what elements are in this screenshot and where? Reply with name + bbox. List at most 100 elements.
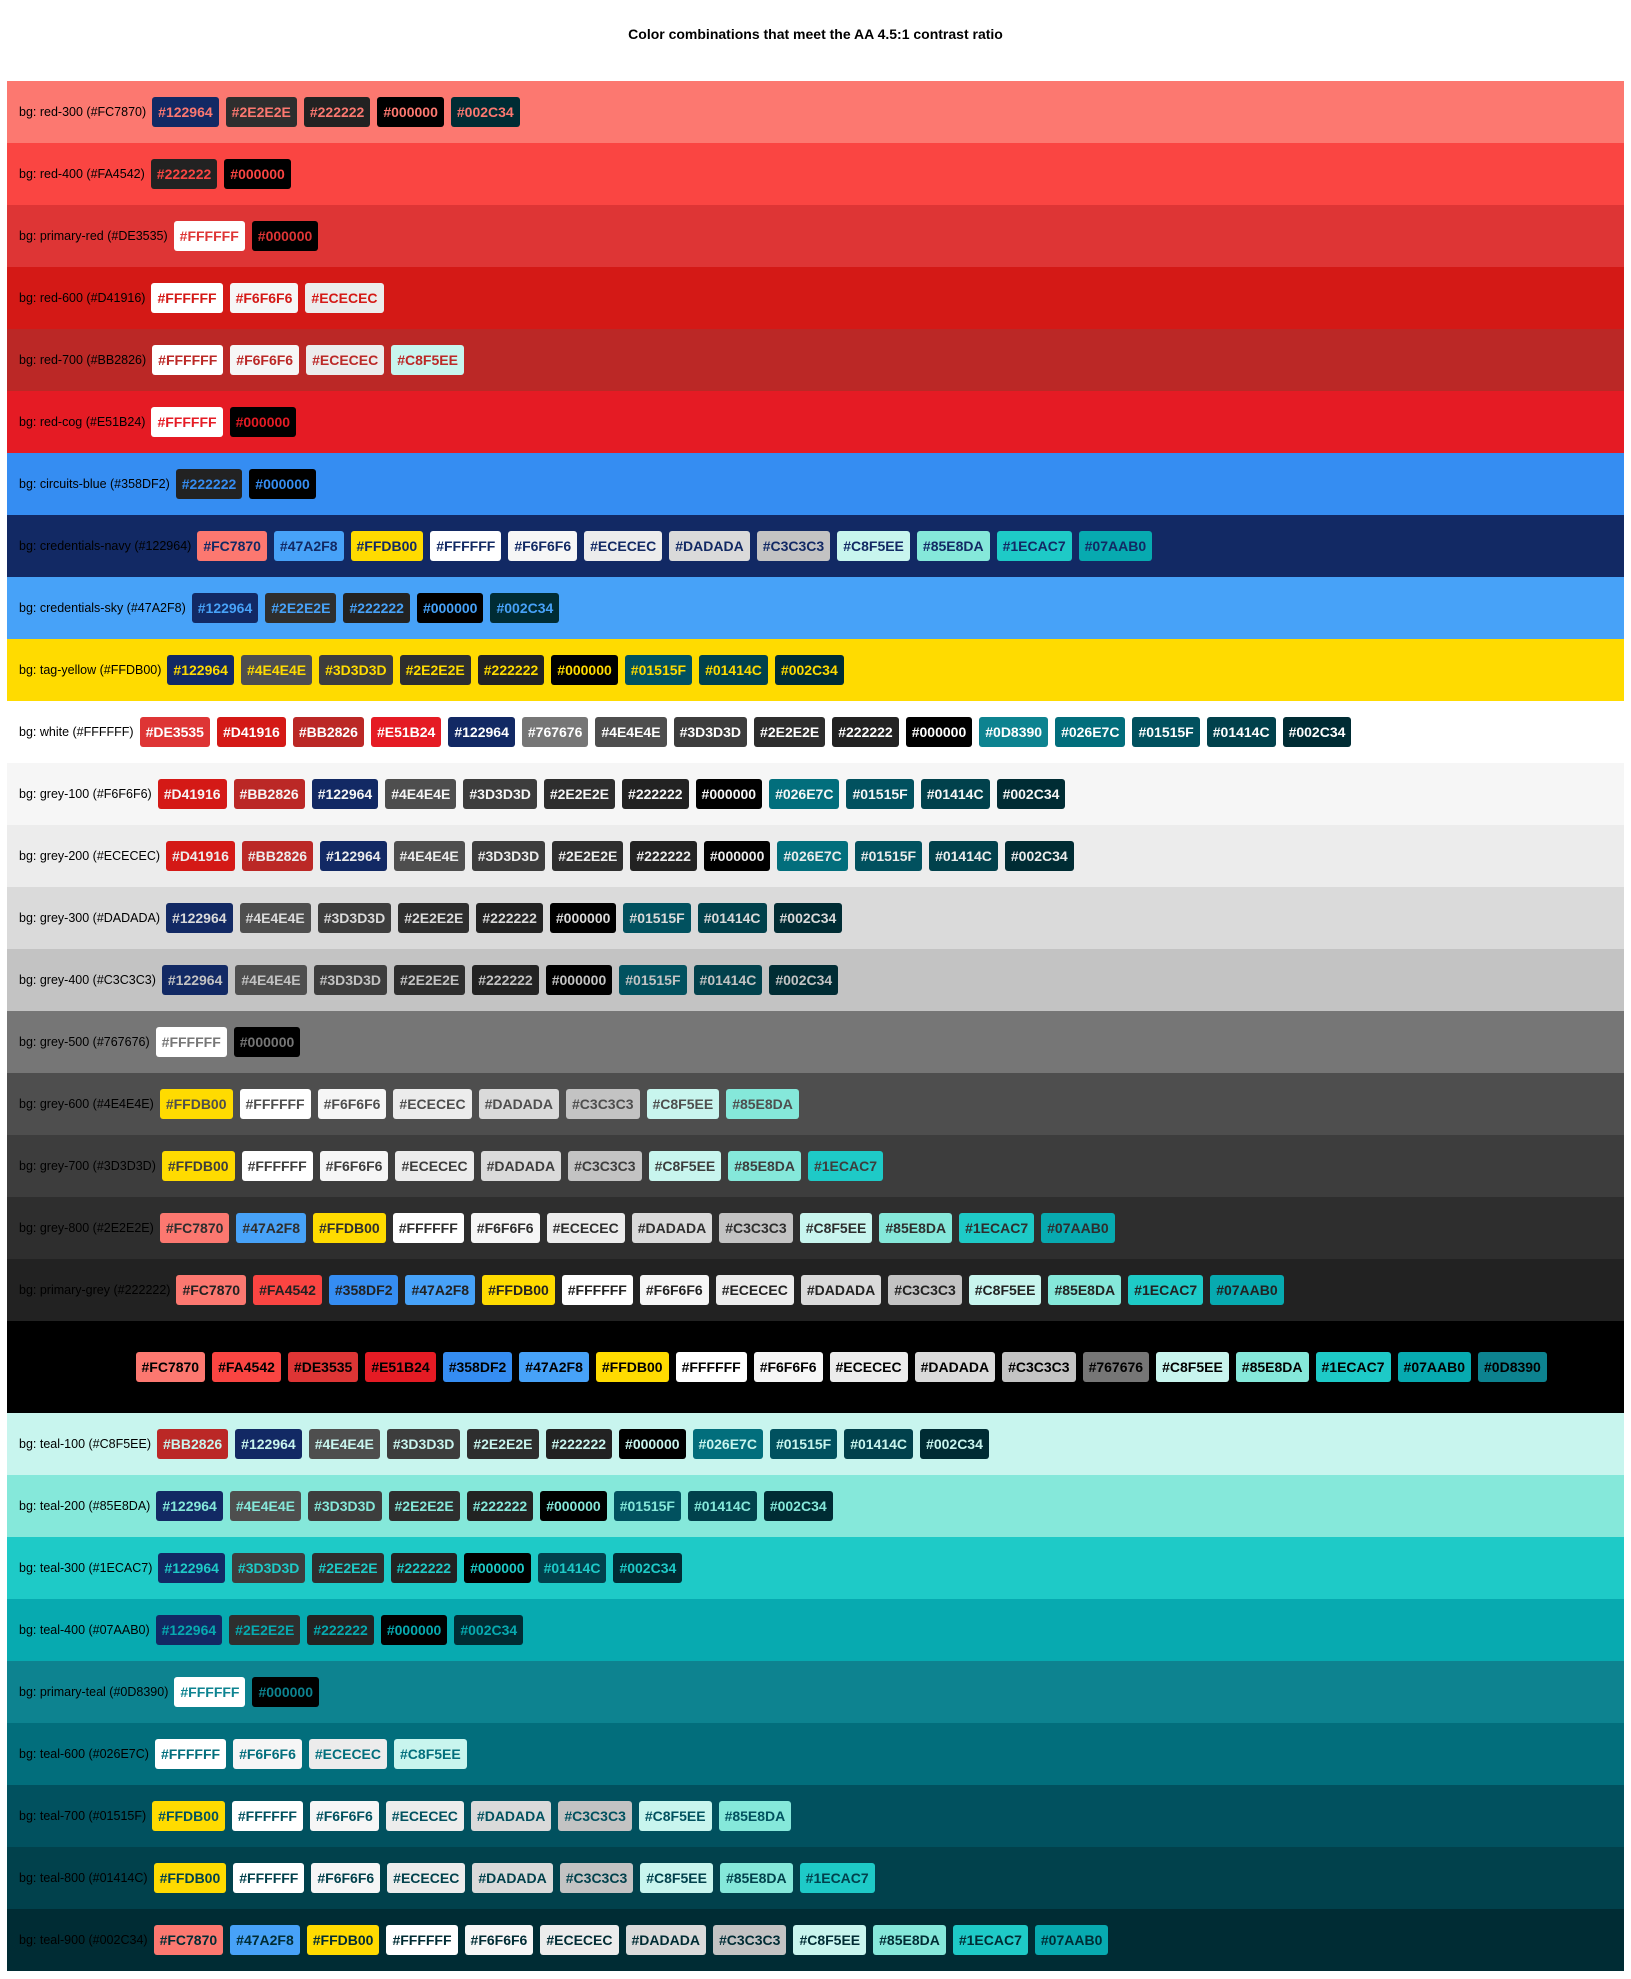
row-label: bg: primary-grey (#222222) xyxy=(19,1283,171,1297)
color-chip: #D41916 xyxy=(166,841,235,871)
color-chip: #FFDB00 xyxy=(161,1151,235,1181)
color-chip: #F6F6F6 xyxy=(753,1352,823,1382)
color-chip: #01414C xyxy=(688,1491,757,1521)
color-row: bg: teal-100 (#C8F5EE) #BB2826 #122964 #4E4… xyxy=(7,1413,1624,1475)
color-chip: #01515F xyxy=(846,779,914,809)
color-chip: #85E8DA xyxy=(873,1925,946,1955)
color-chip: #000000 xyxy=(695,779,763,809)
color-chip: #002C34 xyxy=(450,97,520,127)
row-label: bg: grey-400 (#C3C3C3) xyxy=(19,973,156,987)
color-chip: #FFDB00 xyxy=(153,1863,227,1893)
color-chip: #2E2E2E xyxy=(543,779,616,809)
color-chip: #47A2F8 xyxy=(236,1213,306,1243)
color-chip: #4E4E4E xyxy=(308,1429,380,1459)
color-chip: #FFFFFF xyxy=(241,1151,313,1181)
color-chip: #01515F xyxy=(769,1429,838,1459)
color-chip: #D41916 xyxy=(216,717,286,747)
color-chip: #2E2E2E xyxy=(552,841,624,871)
color-row: bg: grey-600 (#4E4E4E) #FFDB00 #FFFFFF #F6F… xyxy=(7,1073,1624,1135)
color-chip: #000000 xyxy=(380,1615,448,1645)
color-chip: #FFDB00 xyxy=(350,531,424,561)
color-chip: #47A2F8 xyxy=(405,1275,476,1305)
color-chip: #07AAB0 xyxy=(1041,1213,1115,1243)
color-chip: #C8F5EE xyxy=(391,345,464,375)
color-chip: #F6F6F6 xyxy=(639,1275,709,1305)
color-chip: #FFDB00 xyxy=(152,1801,225,1831)
color-row: bg: primary-teal (#0D8390) #FFFFFF #000000 xyxy=(7,1661,1624,1723)
color-chip: #DADADA xyxy=(669,531,750,561)
color-chip: #002C34 xyxy=(763,1491,833,1521)
color-chip: #C3C3C3 xyxy=(719,1213,793,1243)
color-row: bg: red-700 (#BB2826) #FFFFFF #F6F6F6 #ECEC… xyxy=(7,329,1624,391)
color-chip: #FFFFFF xyxy=(155,1027,227,1057)
color-chip: #122964 xyxy=(320,841,387,871)
color-chip: #C8F5EE xyxy=(968,1275,1042,1305)
color-chip: #1ECAC7 xyxy=(996,531,1072,561)
color-chip: #BB2826 xyxy=(241,841,314,871)
color-chip: #07AAB0 xyxy=(1397,1352,1472,1382)
color-chip: #2E2E2E xyxy=(312,1553,384,1583)
color-chip: #000000 xyxy=(619,1429,686,1459)
color-chip: #C3C3C3 xyxy=(558,1801,632,1831)
color-row: bg: red-300 (#FC7870) #122964 #2E2E2E #2222… xyxy=(7,81,1624,143)
color-chip: #ECECEC xyxy=(395,1151,474,1181)
color-chip: #ECECEC xyxy=(387,1863,466,1893)
color-chip: #000000 xyxy=(249,469,316,499)
color-chip: #85E8DA xyxy=(1235,1352,1309,1382)
color-chip: #222222 xyxy=(343,593,410,623)
color-row: bg: red-cog (#E51B24) #FFFFFF #000000 xyxy=(7,391,1624,453)
color-chip: #D41916 xyxy=(157,779,227,809)
color-chip: #FFDB00 xyxy=(313,1213,386,1243)
color-chip: #4E4E4E xyxy=(595,717,667,747)
color-chip: #002C34 xyxy=(920,1429,989,1459)
color-row: bg: primary-red (#DE3535) #FFFFFF #000000 xyxy=(7,205,1624,267)
color-chip: #000000 xyxy=(229,407,297,437)
color-row: bg: teal-600 (#026E7C) #FFFFFF #F6F6F6 #ECE… xyxy=(7,1723,1624,1785)
color-chip: #DADADA xyxy=(472,1863,553,1893)
row-label: bg: grey-800 (#2E2E2E) xyxy=(19,1221,154,1235)
color-chip: #F6F6F6 xyxy=(229,283,299,313)
color-chip: #4E4E4E xyxy=(239,903,311,933)
color-chip: #E51B24 xyxy=(365,1352,436,1382)
color-chip: #002C34 xyxy=(454,1615,524,1645)
color-chip: #FFFFFF xyxy=(231,1801,303,1831)
color-chip: #2E2E2E xyxy=(467,1429,539,1459)
row-label: bg: grey-700 (#3D3D3D) xyxy=(19,1159,156,1173)
color-chip: #C8F5EE xyxy=(638,1801,712,1831)
row-label: bg: credentials-navy (#122964) xyxy=(19,539,192,553)
color-chip: #002C34 xyxy=(1004,841,1074,871)
color-chip: #000000 xyxy=(224,159,291,189)
color-chip: #122964 xyxy=(158,1553,225,1583)
color-row: bg: credentials-navy (#122964) #FC7870 #47… xyxy=(7,515,1624,577)
row-label: bg: red-300 (#FC7870) xyxy=(19,105,147,119)
color-row: bg: red-600 (#D41916) #FFFFFF #F6F6F6 #ECEC… xyxy=(7,267,1624,329)
color-chip: #1ECAC7 xyxy=(807,1151,883,1181)
color-chip: #07AAB0 xyxy=(1078,531,1153,561)
color-chip: #4E4E4E xyxy=(240,655,313,685)
color-chip: #FFFFFF xyxy=(151,283,223,313)
color-chip: #FFDB00 xyxy=(306,1925,380,1955)
color-row: bg: teal-700 (#01515F) #FFDB00 #FFFFFF #F6F… xyxy=(7,1785,1624,1847)
color-chip: #FC7870 xyxy=(176,1275,247,1305)
color-chip: #C3C3C3 xyxy=(888,1275,962,1305)
color-chip: #4E4E4E xyxy=(393,841,465,871)
color-chip: #1ECAC7 xyxy=(952,1925,1028,1955)
color-chip: #1ECAC7 xyxy=(959,1213,1035,1243)
color-row: bg: teal-300 (#1ECAC7) #122964 #3D3D3D #2E2… xyxy=(7,1537,1624,1599)
color-chip: #222222 xyxy=(472,965,539,995)
color-chip: #1ECAC7 xyxy=(1315,1352,1391,1382)
color-row: bg: white (#FFFFFF) #DE3535 #D41916 #BB2826… xyxy=(7,701,1624,763)
color-chip: #002C34 xyxy=(613,1553,683,1583)
color-chip: #FC7870 xyxy=(153,1925,224,1955)
color-chip: #01515F xyxy=(619,965,687,995)
color-chip: #ECECEC xyxy=(540,1925,619,1955)
color-chip: #000000 xyxy=(416,593,484,623)
color-chip: #3D3D3D xyxy=(471,841,546,871)
color-chip: #ECECEC xyxy=(584,531,663,561)
color-chip: #FC7870 xyxy=(197,531,267,561)
color-chip: #222222 xyxy=(545,1429,613,1459)
color-chip: #FFFFFF xyxy=(386,1925,458,1955)
color-chip: #47A2F8 xyxy=(519,1352,589,1382)
color-chip: #C8F5EE xyxy=(799,1213,873,1243)
color-chip: #01515F xyxy=(623,903,691,933)
